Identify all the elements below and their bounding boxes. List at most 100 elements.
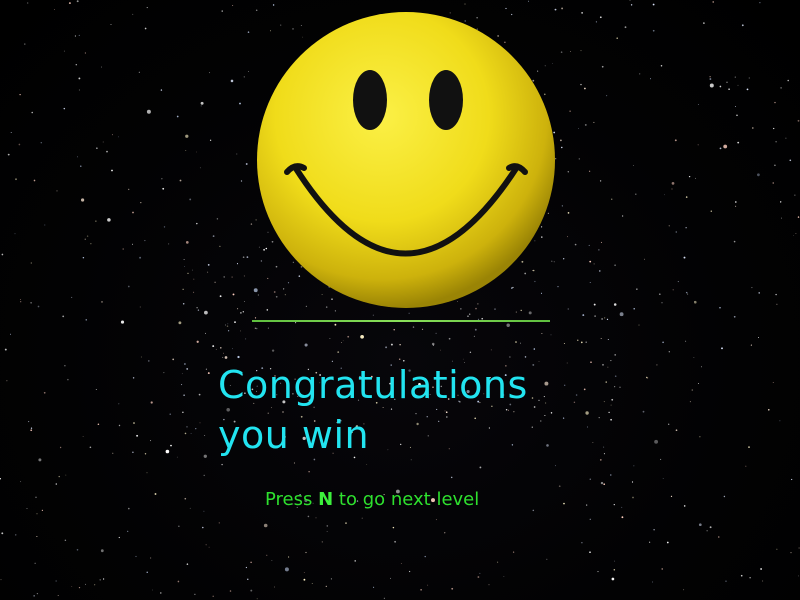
star <box>581 541 583 544</box>
star <box>272 4 275 6</box>
star <box>652 581 654 583</box>
star <box>431 342 435 346</box>
star <box>197 309 200 311</box>
star <box>118 536 120 539</box>
star <box>232 293 235 296</box>
star <box>154 493 157 495</box>
star <box>671 182 675 185</box>
star <box>342 340 344 342</box>
star <box>236 153 238 155</box>
star <box>602 363 604 366</box>
star <box>566 362 568 364</box>
star <box>630 4 633 6</box>
star <box>598 249 600 251</box>
star <box>683 589 685 591</box>
star <box>212 345 215 348</box>
next-level-key[interactable]: N <box>318 489 333 510</box>
star <box>473 335 475 337</box>
star <box>668 423 670 425</box>
star <box>326 525 329 527</box>
star <box>563 342 565 345</box>
star <box>546 558 548 560</box>
star <box>67 378 69 381</box>
star <box>633 465 635 467</box>
star <box>593 263 595 265</box>
star <box>632 496 634 499</box>
star <box>733 240 736 243</box>
star <box>538 361 540 362</box>
star <box>435 332 437 335</box>
star <box>751 127 754 129</box>
star <box>585 411 589 415</box>
star <box>611 398 614 401</box>
star <box>723 495 726 498</box>
star <box>621 215 624 217</box>
star <box>574 243 577 246</box>
star <box>71 586 73 587</box>
star <box>712 1 714 3</box>
star <box>383 597 385 599</box>
star <box>200 105 202 107</box>
star <box>181 384 183 386</box>
star <box>685 340 687 342</box>
hint-suffix: to go next level <box>333 489 480 510</box>
star <box>639 73 641 75</box>
star <box>221 463 223 466</box>
star <box>236 263 239 265</box>
star <box>582 314 585 317</box>
star <box>636 288 638 290</box>
star <box>240 312 242 314</box>
star <box>100 549 104 553</box>
star <box>334 310 336 312</box>
star <box>112 452 114 454</box>
star <box>163 226 166 228</box>
star <box>36 535 38 538</box>
star <box>199 422 201 424</box>
star <box>735 205 737 207</box>
star <box>80 165 82 167</box>
star <box>184 432 187 435</box>
star <box>239 102 241 105</box>
star <box>4 348 7 351</box>
smiley-face-icon <box>257 12 555 308</box>
star <box>146 571 148 573</box>
star <box>14 233 16 235</box>
star <box>736 114 738 117</box>
star <box>58 475 60 478</box>
star <box>653 529 655 531</box>
star <box>57 594 59 597</box>
star <box>424 555 426 558</box>
star <box>266 554 268 556</box>
star <box>10 132 12 134</box>
star <box>543 396 545 398</box>
smiley-right-eye <box>429 70 463 130</box>
star <box>274 586 276 588</box>
star <box>194 593 196 595</box>
star <box>1 532 4 535</box>
star <box>307 515 310 518</box>
star <box>601 318 603 320</box>
star <box>76 0 79 3</box>
star <box>152 589 153 591</box>
star <box>557 286 559 288</box>
star <box>567 308 569 310</box>
star <box>570 51 571 52</box>
star <box>589 282 591 283</box>
star <box>18 143 21 146</box>
star <box>789 159 792 162</box>
star <box>82 256 85 259</box>
star <box>128 507 130 510</box>
star <box>600 481 604 485</box>
star <box>723 144 728 149</box>
star <box>772 182 774 184</box>
star <box>247 31 250 33</box>
star <box>538 399 540 401</box>
star <box>561 146 563 149</box>
star <box>531 397 534 399</box>
star <box>638 324 640 326</box>
star <box>195 428 197 430</box>
star <box>230 79 234 83</box>
star <box>144 453 147 455</box>
star <box>227 323 229 325</box>
star <box>255 327 258 330</box>
